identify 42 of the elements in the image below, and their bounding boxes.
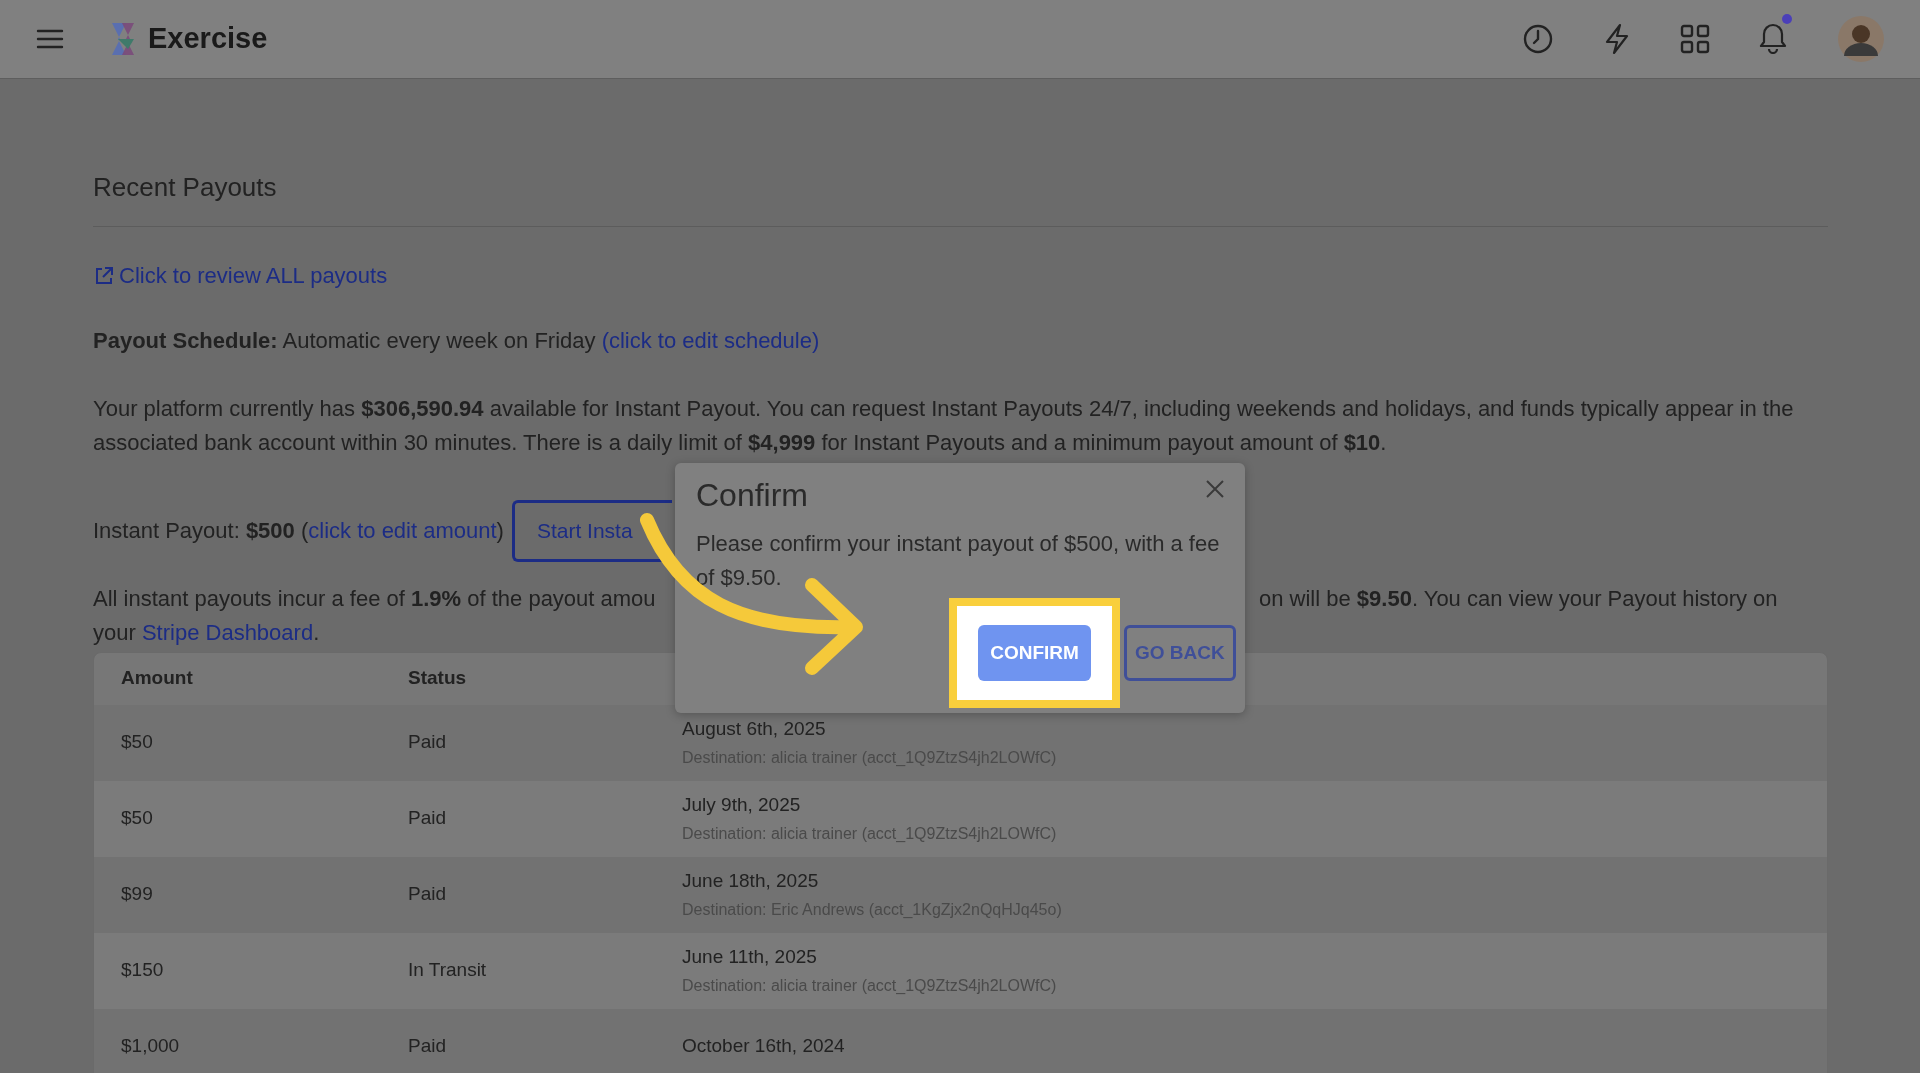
dialog-title: Confirm (696, 476, 808, 515)
payout-date: June 18th, 2025 (682, 869, 820, 894)
section-title: Recent Payouts (93, 171, 278, 204)
status-cell-text: Paid (408, 1034, 448, 1059)
period: . (313, 619, 320, 645)
payout-date: June 11th, 2025 (682, 945, 818, 970)
fee-text-end: your (93, 619, 136, 645)
status-cell-text: Paid (408, 730, 448, 755)
status-cell-text: Paid (408, 806, 448, 831)
clock-icon[interactable] (1522, 23, 1554, 55)
app-name: Exercise (148, 21, 268, 57)
amount-cell-text: $50 (120, 806, 154, 831)
payout-date: October 16th, 2024 (682, 1034, 845, 1059)
apps-grid-icon[interactable] (1680, 24, 1710, 54)
payout-date: July 9th, 2025 (682, 793, 802, 818)
fee-text: All instant payouts incur a fee of 1.9% of the payout amou (93, 584, 656, 613)
amount-cell-text: $99 (120, 882, 154, 907)
go-back-button[interactable]: GO BACK (1124, 625, 1236, 681)
start-instant-payout-button[interactable]: Start Insta (511, 499, 672, 562)
column-header: Status (408, 666, 468, 691)
external-link-icon (93, 264, 115, 287)
balance-paragraph: Your platform currently has $306,590.94 available for Instant Payout. You can request Instant Payouts 24/7, including weekends and holidays, and funds typically appear in the associated bank account within 30 minutes. There is a daily limit of $4,999 for Instant Payouts and a minimum payout amount of $10. (93, 394, 1795, 457)
amount-cell-text: $1,000 (120, 1034, 181, 1059)
review-payouts-link[interactable]: Click to review ALL payouts (93, 259, 388, 292)
amount-cell-text: $50 (120, 730, 154, 755)
edit-amount-link[interactable]: click to edit amount (308, 514, 497, 547)
stripe-dashboard-link[interactable]: Stripe Dashboard (141, 619, 314, 645)
fee-text-continued: on will be $9.50. You can view your Payout history on (1259, 585, 1778, 611)
instant-payout-text: Instant Payout: $500 ( (93, 517, 309, 545)
confirm-button[interactable]: CONFIRM (978, 625, 1091, 681)
status-cell-text: In Transit (408, 958, 488, 983)
avatar[interactable] (1838, 16, 1884, 62)
status-cell-text: Paid (408, 882, 448, 907)
column-header: Amount (120, 666, 194, 691)
payout-date: August 6th, 2025 (682, 717, 827, 742)
menu-icon[interactable] (36, 28, 64, 50)
close-icon[interactable] (1205, 479, 1225, 499)
closing-parenthesis: ) (496, 517, 504, 545)
bell-icon[interactable] (1758, 22, 1788, 54)
edit-schedule-link[interactable]: (click to edit schedule) (601, 327, 820, 353)
amount-cell-text: $150 (120, 958, 165, 983)
payout-schedule-text: Payout Schedule: Automatic every week on Friday (93, 327, 596, 353)
